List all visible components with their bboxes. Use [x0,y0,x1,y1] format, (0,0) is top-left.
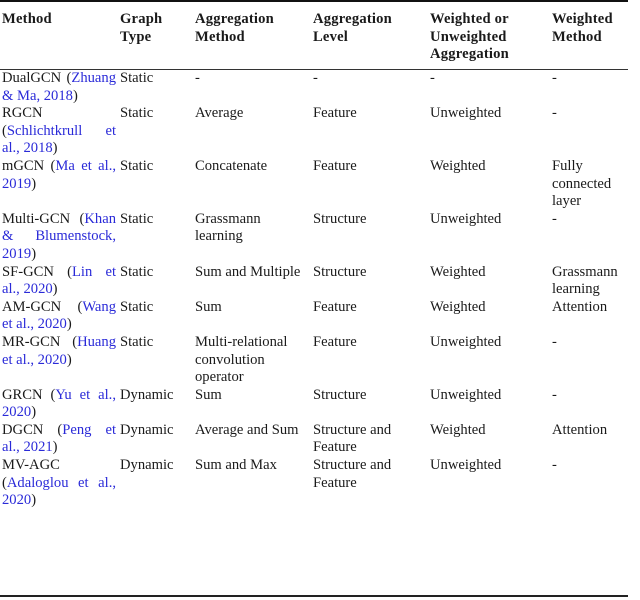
cell-aggregation-level: Feature [313,105,357,122]
table-body: DualGCN (Zhuang & Ma, 2018) Static - - - - RGC… [0,69,628,510]
cell-method: MR-GCN (Huang et al., 2020) [2,333,116,368]
cell-method: GRCN (Yu et al., 2020) [2,386,116,421]
cell-graph-type: Static [120,105,154,122]
method-name: AM-GCN [2,298,62,315]
cell-weighted-method: Attention [552,298,608,315]
cell-method: RGCN (Schlichtkrull et al., 2018) [2,105,116,157]
cell-method: Multi-GCN (Khan & Blumenstock, 2019) [2,210,116,262]
cell-aggregation-method: Grassmann learning [195,210,261,245]
method-name: MV-AGC [2,457,60,474]
cell-method: mGCN (Ma et al., 2019) [2,157,116,192]
cell-aggregation-level: Feature [313,157,357,174]
cell-aggregation-level: Structure [313,386,367,403]
cell-aggregation-method: Sum [195,386,222,403]
cell-graph-type: Dynamic [120,386,174,403]
cell-method: DGCN (Peng et al., 2021) [2,421,116,456]
comparison-table-container: Method Graph Type Aggregation Method Agg… [0,0,628,510]
cell-weighted-method: - [552,386,557,403]
header-method: Method [2,11,52,27]
citation-link[interactable]: Schlichtkrull et al., 2018 [2,123,116,157]
cell-method: SF-GCN (Lin et al., 2020) [2,263,116,298]
cell-weighted-method: - [552,210,557,227]
cell-aggregation-method: Sum [195,298,222,315]
header-aggregation-method: Aggregation Method [195,11,274,45]
method-name: MR-GCN [2,333,61,350]
header-graph-type: Graph Type [120,11,163,45]
cell-aggregation-level: Structure and Feature [313,421,392,456]
cell-weighted-method: - [552,457,557,474]
method-name: GRCN [2,386,43,403]
table-row: DGCN (Peng et al., 2021) Dynamic Average a… [0,422,628,457]
cell-weighted-aggregation: Weighted [430,263,486,280]
table-row: MR-GCN (Huang et al., 2020) Static Multi-r… [0,334,628,387]
cell-weighted-method: - [552,70,557,86]
table-row: MV-AGC (Adaloglou et al., 2020) Dynamic Su… [0,457,628,510]
comparison-table: Method Graph Type Aggregation Method Agg… [0,2,628,510]
cell-graph-type: Static [120,210,154,227]
cell-aggregation-method: Sum and Multiple [195,263,301,280]
table-row: GRCN (Yu et al., 2020) Dynamic Sum Structur… [0,387,628,422]
cell-aggregation-level: - [313,70,318,86]
table-header-row: Method Graph Type Aggregation Method Agg… [0,2,628,69]
cell-weighted-aggregation: Weighted [430,157,486,174]
cell-aggregation-method: Concatenate [195,157,268,174]
cell-weighted-aggregation: Weighted [430,298,486,315]
table-row: AM-GCN (Wang et al., 2020) Static Sum Featu… [0,299,628,334]
cell-graph-type: Static [120,263,154,280]
cell-method: DualGCN (Zhuang & Ma, 2018) [2,70,116,104]
cell-graph-type: Static [120,333,154,350]
cell-weighted-method: Grassmann learning [552,263,618,298]
table-row: mGCN (Ma et al., 2019) Static Concatenate F… [0,158,628,211]
method-name: Multi-GCN [2,210,71,227]
cell-graph-type: Dynamic [120,457,174,474]
table-row: SF-GCN (Lin et al., 2020) Static Sum and M… [0,264,628,299]
cell-weighted-aggregation: Unweighted [430,457,502,474]
table-bottom-rule [0,595,628,597]
cell-method: AM-GCN (Wang et al., 2020) [2,298,116,333]
method-name: DGCN [2,421,44,438]
cell-aggregation-method: Sum and Max [195,457,277,474]
cell-weighted-method: - [552,333,557,350]
cell-aggregation-level: Structure and Feature [313,457,392,491]
table-row: Multi-GCN (Khan & Blumenstock, 2019) Stat… [0,211,628,264]
cell-graph-type: Static [120,70,154,86]
cell-weighted-aggregation: Unweighted [430,105,502,122]
cell-weighted-method: Fully connected layer [552,157,612,210]
cell-aggregation-method: - [195,70,200,86]
method-name: SF-GCN [2,263,54,280]
cell-aggregation-method: Multi-relational convolution operator [195,333,288,386]
cell-aggregation-method: Average [195,105,244,122]
table-row: DualGCN (Zhuang & Ma, 2018) Static - - - - [0,70,628,105]
header-aggregation-level: Aggregation Level [313,11,392,45]
method-name: RGCN [2,105,43,122]
table-row: RGCN (Schlichtkrull et al., 2018) Static A… [0,105,628,158]
cell-graph-type: Static [120,157,154,174]
cell-weighted-aggregation: - [430,70,435,86]
cell-graph-type: Static [120,298,154,315]
method-name: mGCN [2,157,45,174]
cell-aggregation-method: Average and Sum [195,421,299,438]
cell-method: MV-AGC (Adaloglou et al., 2020) [2,457,116,509]
cell-aggregation-level: Feature [313,333,357,350]
method-name: DualGCN [2,70,62,86]
cell-aggregation-level: Structure [313,210,367,227]
cell-weighted-aggregation: Unweighted [430,386,502,403]
cell-aggregation-level: Feature [313,298,357,315]
header-weighted-method: Weighted Method [552,11,613,45]
cell-graph-type: Dynamic [120,421,174,438]
cell-weighted-aggregation: Weighted [430,421,486,438]
header-weighted-aggregation: Weighted or Unweighted Aggregation [430,11,509,63]
cell-aggregation-level: Structure [313,263,367,280]
cell-weighted-aggregation: Unweighted [430,210,502,227]
cell-weighted-method: - [552,105,557,122]
cell-weighted-method: Attention [552,421,608,438]
cell-weighted-aggregation: Unweighted [430,333,502,350]
citation-link[interactable]: Adaloglou et al., 2020 [2,475,116,509]
